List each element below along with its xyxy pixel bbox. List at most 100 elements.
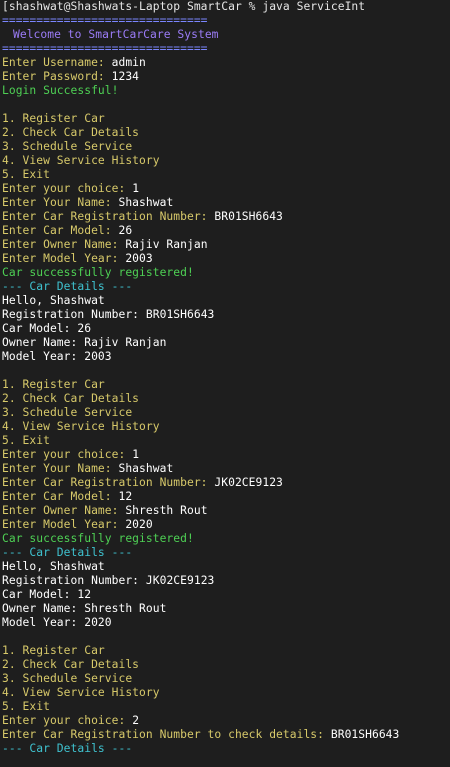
details-header: --- Car Details --- <box>2 546 133 559</box>
password-line: Enter Password: 1234 <box>2 70 450 84</box>
reg-label: Enter Car Registration Number: <box>2 210 215 223</box>
choice-label: Enter your choice: <box>2 714 133 727</box>
model-value: 12 <box>118 490 133 503</box>
menu-item-view-service-history: 4. View Service History <box>2 154 160 167</box>
detail-owner-label: Owner Name: <box>2 336 85 349</box>
year-label: Enter Model Year: <box>2 252 126 265</box>
detail-year-value: 2020 <box>84 616 112 629</box>
model-input-line: Enter Car Model: 26 <box>2 224 450 238</box>
detail-reg: Registration Number: JK02CE9123 <box>2 574 450 588</box>
model-value: 26 <box>118 224 133 237</box>
detail-year-label: Model Year: <box>2 616 85 629</box>
menu-item-register-car: 1. Register Car <box>2 378 105 391</box>
detail-reg-label: Registration Number: <box>2 574 146 587</box>
choice-value: 2 <box>132 714 140 727</box>
owner-input-line: Enter Owner Name: Rajiv Ranjan <box>2 238 450 252</box>
detail-owner: Owner Name: Shresth Rout <box>2 602 450 616</box>
reg-input-line: Enter Car Registration Number: JK02CE912… <box>2 476 450 490</box>
detail-owner-label: Owner Name: <box>2 602 85 615</box>
detail-model: Car Model: 12 <box>2 588 450 602</box>
detail-reg-label: Registration Number: <box>2 308 146 321</box>
detail-reg: Registration Number: BR01SH6643 <box>2 308 450 322</box>
detail-model-value: 12 <box>77 588 92 601</box>
detail-owner: Owner Name: Rajiv Ranjan <box>2 336 450 350</box>
owner-value: Shresth Rout <box>125 504 208 517</box>
reg-input-line: Enter Car Registration Number: BR01SH664… <box>2 210 450 224</box>
detail-year: Model Year: 2020 <box>2 616 450 630</box>
detail-year: Model Year: 2003 <box>2 350 450 364</box>
name-input-line: Enter Your Name: Shashwat <box>2 196 450 210</box>
name-input-line: Enter Your Name: Shashwat <box>2 462 450 476</box>
hello-label: Hello, <box>2 560 50 573</box>
username-value: admin <box>111 56 146 69</box>
model-label: Enter Car Model: <box>2 490 119 503</box>
menu-item-view-service-history: 4. View Service History <box>2 420 160 433</box>
choice-value: 1 <box>132 448 140 461</box>
check-reg-line: Enter Car Registration Number to check d… <box>2 728 450 742</box>
hello-name: Shashwat <box>49 560 105 573</box>
menu-item-exit: 5. Exit <box>2 434 50 447</box>
detail-owner-value: Rajiv Ranjan <box>84 336 167 349</box>
detail-year-value: 2003 <box>84 350 112 363</box>
check-reg-value: BR01SH6643 <box>330 728 400 741</box>
year-input-line: Enter Model Year: 2003 <box>2 252 450 266</box>
year-value: 2003 <box>125 252 153 265</box>
reg-label: Enter Car Registration Number: <box>2 476 215 489</box>
detail-hello: Hello, Shashwat <box>2 560 450 574</box>
registered-message: Car successfully registered! <box>2 532 194 545</box>
name-label: Enter Your Name: <box>2 196 119 209</box>
menu-item-schedule-service: 3. Schedule Service <box>2 672 133 685</box>
name-value: Shashwat <box>118 462 174 475</box>
detail-model-label: Car Model: <box>2 322 78 335</box>
choice-label: Enter your choice: <box>2 448 133 461</box>
detail-year-label: Model Year: <box>2 350 85 363</box>
reg-value: JK02CE9123 <box>214 476 283 489</box>
choice-line: Enter your choice: 1 <box>2 448 450 462</box>
reg-value: BR01SH6643 <box>214 210 283 223</box>
login-success: Login Successful! <box>2 84 119 97</box>
name-label: Enter Your Name: <box>2 462 119 475</box>
details-header: --- Car Details --- <box>2 742 133 755</box>
menu-item-exit: 5. Exit <box>2 700 50 713</box>
banner-separator-top: ============================== <box>2 14 208 27</box>
hello-label: Hello, <box>2 294 50 307</box>
detail-model-label: Car Model: <box>2 588 78 601</box>
choice-line: Enter your choice: 1 <box>2 182 450 196</box>
detail-reg-value: JK02CE9123 <box>145 574 215 587</box>
welcome-banner: Welcome to SmartCarCare System <box>13 28 219 41</box>
name-value: Shashwat <box>118 196 174 209</box>
year-label: Enter Model Year: <box>2 518 126 531</box>
year-input-line: Enter Model Year: 2020 <box>2 518 450 532</box>
password-label: Enter Password: <box>2 70 112 83</box>
menu-item-check-car-details: 2. Check Car Details <box>2 126 140 139</box>
owner-input-line: Enter Owner Name: Shresth Rout <box>2 504 450 518</box>
banner-separator-bottom: ============================== <box>2 42 208 55</box>
password-value: 1234 <box>111 70 140 83</box>
model-label: Enter Car Model: <box>2 224 119 237</box>
choice-value: 1 <box>132 182 140 195</box>
menu-item-schedule-service: 3. Schedule Service <box>2 406 133 419</box>
menu-item-register-car: 1. Register Car <box>2 644 105 657</box>
choice-label: Enter your choice: <box>2 182 133 195</box>
detail-hello: Hello, Shashwat <box>2 294 450 308</box>
detail-model-value: 26 <box>77 322 92 335</box>
details-header: --- Car Details --- <box>2 280 133 293</box>
menu-item-view-service-history: 4. View Service History <box>2 686 160 699</box>
owner-value: Rajiv Ranjan <box>125 238 208 251</box>
menu-item-schedule-service: 3. Schedule Service <box>2 140 133 153</box>
model-input-line: Enter Car Model: 12 <box>2 490 450 504</box>
choice-line: Enter your choice: 2 <box>2 714 450 728</box>
detail-owner-value: Shresth Rout <box>84 602 167 615</box>
hello-name: Shashwat <box>49 294 105 307</box>
menu-item-check-car-details: 2. Check Car Details <box>2 392 140 405</box>
registered-message: Car successfully registered! <box>2 266 194 279</box>
terminal-window[interactable]: [shashwat@Shashwats-Laptop SmartCar % ja… <box>0 0 450 767</box>
check-reg-label: Enter Car Registration Number to check d… <box>2 728 331 741</box>
owner-label: Enter Owner Name: <box>2 238 126 251</box>
menu-item-exit: 5. Exit <box>2 168 50 181</box>
username-line: Enter Username: admin <box>2 56 450 70</box>
command-line: [shashwat@Shashwats-Laptop SmartCar % ja… <box>2 0 366 13</box>
username-label: Enter Username: <box>2 56 112 69</box>
